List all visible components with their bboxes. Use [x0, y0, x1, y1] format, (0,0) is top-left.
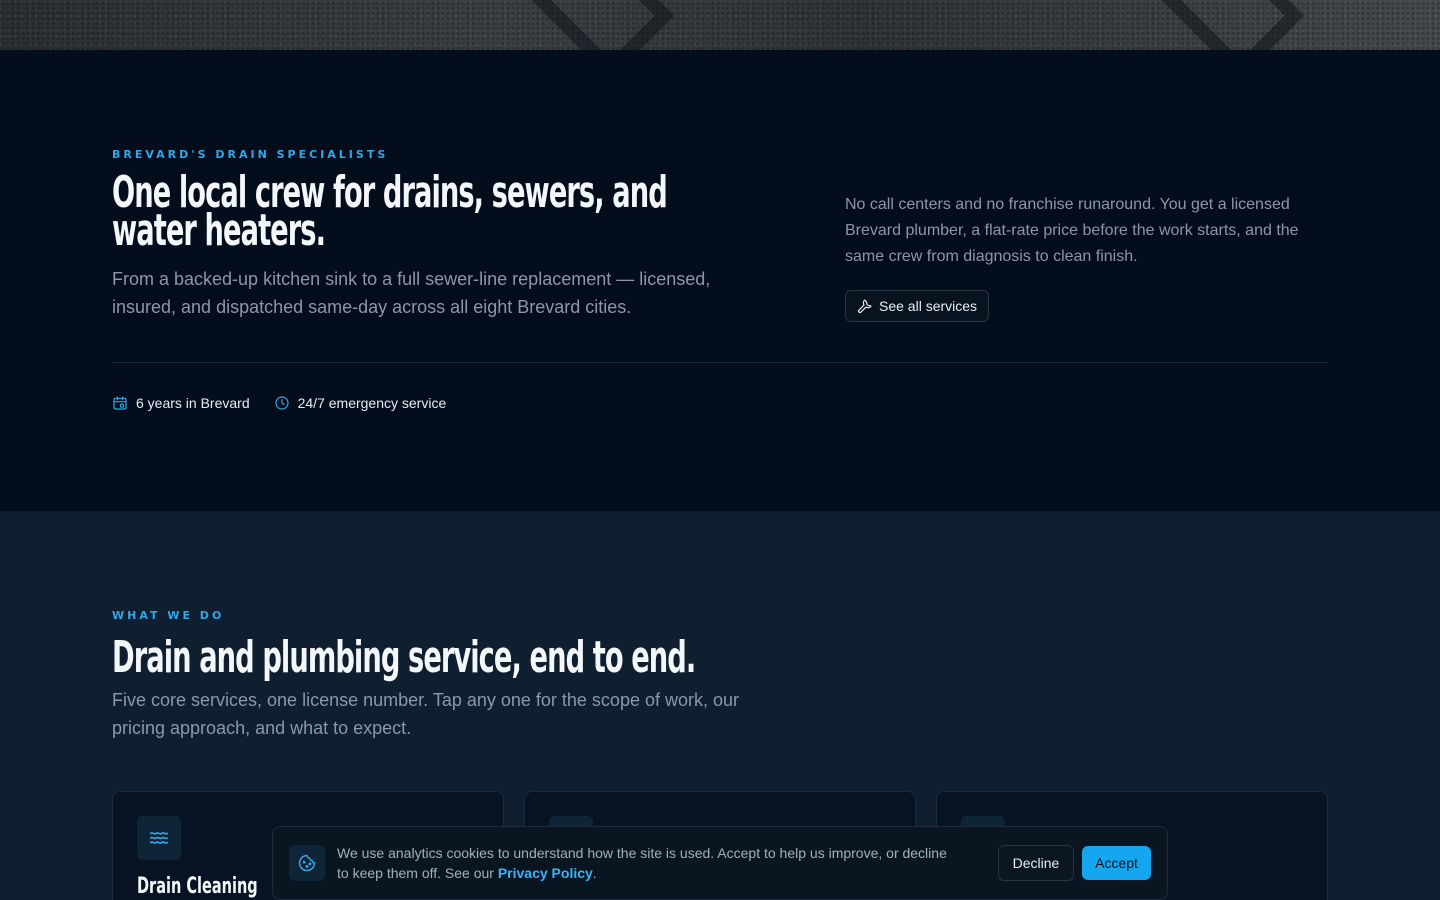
see-all-services-label: See all services — [879, 298, 978, 314]
cookie-trailing: . — [592, 865, 597, 881]
cookie-message: We use analytics cookies to understand h… — [337, 845, 947, 881]
services-eyebrow: WHAT WE DO — [112, 609, 225, 622]
fact-years-label: 6 years in Brevard — [136, 395, 250, 411]
intro-title: One local crew for drains, sewers, and w… — [112, 167, 668, 256]
privacy-policy-link[interactable]: Privacy Policy — [498, 865, 593, 881]
accept-button[interactable]: Accept — [1082, 846, 1151, 880]
decline-button[interactable]: Decline — [998, 845, 1074, 881]
fact-emergency: 24/7 emergency service — [274, 395, 447, 411]
services-lead: Five core services, one license number. … — [112, 690, 739, 738]
cookie-banner: We use analytics cookies to understand h… — [272, 826, 1168, 900]
intro-lead: From a backed-up kitchen sink to a full … — [112, 269, 711, 317]
wrench-icon — [858, 299, 872, 314]
section-divider — [112, 362, 1328, 363]
intro-section: BREVARD'S DRAIN SPECIALISTS One local cr… — [0, 50, 1440, 511]
calendar-icon — [113, 396, 127, 410]
fact-years: 6 years in Brevard — [112, 395, 250, 411]
facts-row: 6 years in Brevard 24/7 emergency servic… — [112, 395, 446, 411]
cookie-icon — [298, 854, 316, 872]
drain-grate-decoration — [525, 0, 675, 50]
services-title: Drain and plumbing service, end to end. — [112, 632, 696, 683]
service-card-title: Drain Cleaning — [137, 874, 258, 899]
cookie-icon-tile — [289, 845, 325, 881]
see-all-services-button[interactable]: See all services — [845, 290, 990, 322]
clock-icon — [275, 396, 289, 410]
intro-eyebrow: BREVARD'S DRAIN SPECIALISTS — [112, 148, 389, 161]
waves-icon — [149, 832, 169, 844]
drain-grate-decoration — [1155, 0, 1305, 50]
hero-image-strip — [0, 0, 1440, 50]
cookie-text: We use analytics cookies to understand h… — [337, 843, 957, 883]
intro-side-text: No call centers and no franchise runarou… — [845, 196, 1299, 265]
service-icon-tile — [137, 816, 181, 860]
fact-emergency-label: 24/7 emergency service — [297, 395, 447, 411]
